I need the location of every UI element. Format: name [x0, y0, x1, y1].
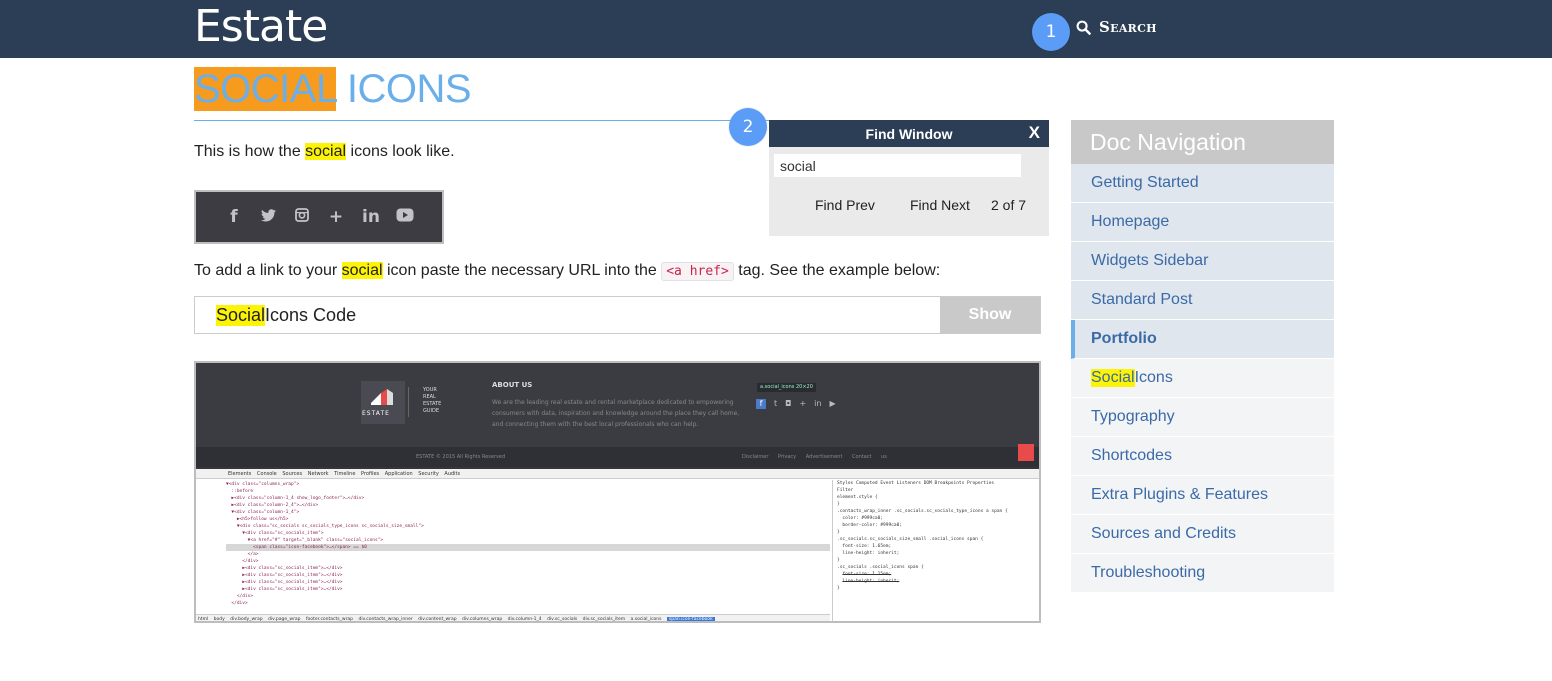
top-header-bar: Estate Search: [0, 0, 1552, 58]
para2-text: To add a link to your: [194, 262, 342, 279]
sidebar-item-getting-started[interactable]: Getting Started: [1071, 164, 1334, 203]
site-logo[interactable]: Estate: [194, 1, 328, 52]
sidebar-item-typography[interactable]: Typography: [1071, 398, 1334, 437]
instructions-paragraph: To add a link to your social icon paste …: [194, 262, 941, 281]
styles-tabs: Styles Computed Event Listeners DOM Brea…: [837, 481, 995, 486]
screenshot-about-text: We are the leading real estate and renta…: [492, 399, 740, 428]
sidebar-item-troubleshooting[interactable]: Troubleshooting: [1071, 554, 1334, 593]
para1-text-end: icons look like.: [346, 143, 455, 160]
twitter-icon: t: [774, 399, 778, 408]
search-link[interactable]: Search: [1076, 17, 1157, 37]
sidebar-item-sources-credits[interactable]: Sources and Credits: [1071, 515, 1334, 554]
step-marker-1: 1: [1032, 13, 1070, 51]
screenshot-copyright-bar: [196, 447, 1039, 467]
social-icons-bar: f + in: [194, 190, 444, 244]
search-match: Social: [216, 304, 266, 326]
screenshot-about-heading: ABOUT US: [492, 381, 533, 389]
screenshot-scroll-top-button: [1018, 444, 1034, 461]
search-match: social: [341, 262, 383, 279]
plus-icon: +: [799, 399, 807, 408]
find-window-header: Find Window X: [769, 120, 1049, 147]
doc-navigation-heading: Doc Navigation: [1071, 120, 1334, 164]
show-button[interactable]: Show: [940, 297, 1040, 333]
title-divider: [194, 120, 769, 121]
find-window-title: Find Window: [865, 125, 953, 142]
search-match: social: [305, 143, 347, 160]
search-match: Social: [1091, 369, 1135, 387]
plus-icon[interactable]: +: [328, 207, 344, 227]
devtools-styles-pane: Styles Computed Event Listeners DOM Brea…: [832, 480, 1039, 621]
twitter-icon[interactable]: [260, 207, 276, 227]
para1-text: This is how the: [194, 143, 306, 160]
match-count: 2 of 7: [991, 197, 1027, 213]
sidebar-item-social-icons[interactable]: Social Icons: [1071, 359, 1334, 398]
accordion-title-rest: Icons Code: [265, 304, 357, 325]
sidebar-item-label: Icons: [1134, 369, 1173, 386]
screenshot-footer-links: Disclaimer Privacy Advertisement Contact…: [742, 454, 887, 460]
inline-code: <a href>: [661, 262, 734, 281]
find-prev-button[interactable]: Find Prev: [815, 197, 875, 213]
sidebar-item-standard-post[interactable]: Standard Post: [1071, 281, 1334, 320]
facebook-icon: f: [756, 399, 766, 409]
sidebar-item-extra-plugins[interactable]: Extra Plugins & Features: [1071, 476, 1334, 515]
sidebar-item-widgets-sidebar[interactable]: Widgets Sidebar: [1071, 242, 1334, 281]
youtube-icon: ▶: [829, 399, 836, 408]
screenshot-tooltip: a.social_icons 20×20: [757, 383, 816, 392]
accordion-title: Social Icons Code: [195, 297, 940, 333]
screenshot-logo: [361, 381, 405, 424]
doc-navigation: Doc Navigation Getting Started Homepage …: [1071, 120, 1334, 593]
para2-text-mid: icon paste the necessary URL into the: [382, 262, 662, 279]
sidebar-item-homepage[interactable]: Homepage: [1071, 203, 1334, 242]
title-rest: ICONS: [336, 67, 472, 111]
intro-paragraph: This is how the social icons look like.: [194, 143, 455, 161]
linkedin-icon[interactable]: in: [362, 207, 380, 227]
sidebar-item-portfolio[interactable]: Portfolio: [1071, 320, 1334, 359]
find-input[interactable]: [774, 154, 1021, 177]
screenshot-copyright: ESTATE © 2015 All Rights Reserved: [416, 454, 506, 460]
find-next-button[interactable]: Find Next: [910, 197, 970, 213]
example-screenshot: ESTATE YOUR REAL ESTATE GUIDE ABOUT US W…: [194, 361, 1041, 623]
linkedin-icon: in: [814, 399, 822, 408]
step-marker-2: 2: [729, 108, 767, 146]
instagram-icon: ◘: [785, 399, 792, 408]
screenshot-social-icons: f t ◘ + in ▶: [756, 399, 836, 409]
devtools-tabs: Elements Console Sources Network Timelin…: [196, 469, 1039, 479]
instagram-icon[interactable]: [294, 207, 310, 227]
devtools-dom-tree: ▼<div class="columns_wrap"> ::before ▶<d…: [196, 481, 830, 611]
para2-text-end: tag. See the example below:: [733, 262, 941, 279]
search-label: Search: [1099, 18, 1157, 36]
sidebar-item-shortcodes[interactable]: Shortcodes: [1071, 437, 1334, 476]
screenshot-devtools: Elements Console Sources Network Timelin…: [196, 469, 1039, 621]
facebook-icon[interactable]: f: [226, 207, 242, 227]
screenshot-logo-text: ESTATE: [362, 410, 390, 417]
close-button[interactable]: X: [1029, 123, 1040, 143]
title-highlight: SOCIAL: [194, 67, 337, 111]
screenshot-logo-tagline: YOUR REAL ESTATE GUIDE: [408, 387, 441, 417]
code-accordion[interactable]: Social Icons Code Show: [194, 296, 1041, 334]
youtube-icon[interactable]: [396, 207, 414, 227]
page-title: SOCIAL ICONS: [194, 66, 472, 112]
find-window: Find Window X Find Prev Find Next 2 of 7: [769, 120, 1049, 236]
search-icon: [1076, 20, 1091, 35]
devtools-breadcrumbs: html body div.body_wrap div.page_wrap fo…: [196, 614, 830, 621]
